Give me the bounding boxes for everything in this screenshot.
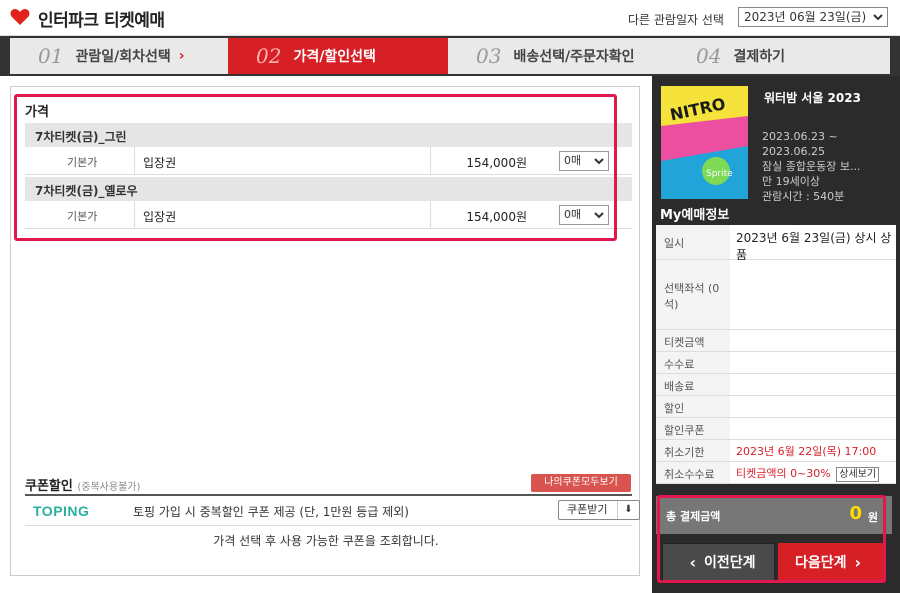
info-row-cancel-fee: 취소수수료 티켓금액의 0~30% 상세보기: [656, 462, 896, 484]
show-age: 만 19세이상: [762, 175, 820, 188]
interpark-heart-logo-icon: [10, 9, 30, 25]
info-value: 2023년 6월 23일(금) 상시 상품: [736, 231, 892, 262]
info-row-delivery: 배송료: [656, 374, 896, 396]
toping-logo: TOPING: [33, 503, 90, 519]
info-value: [730, 418, 896, 439]
info-value: 2023년 6월 22일(목) 17:00: [736, 445, 877, 458]
show-meta: 2023.06.23 ~ 2023.06.25 잠실 종합운동장 보... 만 …: [762, 129, 860, 204]
coupon-title-text: 쿠폰할인: [25, 479, 73, 494]
chevron-down-icon: [873, 14, 883, 21]
info-value: [730, 352, 896, 373]
step-2-price[interactable]: 02 가격/할인선택: [228, 38, 448, 74]
logo-text: 인터파크 티켓예매: [38, 11, 165, 31]
info-row-ticket-amount: 티켓금액: [656, 330, 896, 352]
svg-text:Sprite: Sprite: [706, 169, 733, 179]
info-key: 취소기한: [656, 440, 730, 461]
info-key: 수수료: [656, 352, 730, 373]
info-key: 배송료: [656, 374, 730, 395]
step-number: 01: [38, 44, 64, 68]
coupon-subtitle: (중복사용불가): [77, 482, 141, 493]
step-number: 03: [476, 44, 502, 68]
show-date-end: 2023.06.25: [762, 145, 825, 158]
my-coupons-button[interactable]: 나의쿠폰모두보기: [531, 474, 631, 492]
coupon-notice: 가격 선택 후 사용 가능한 쿠폰을 조회합니다.: [213, 534, 439, 548]
divider: [25, 494, 632, 496]
top-header: 인터파크 티켓예매 다른 관람일자 선택 2023년 06월 23일(금): [0, 0, 900, 36]
show-date-start: 2023.06.23 ~: [762, 130, 838, 143]
step-label: 결제하기: [733, 49, 785, 65]
info-row-discount: 할인: [656, 396, 896, 418]
info-key: 일시: [656, 225, 730, 259]
step-1-date[interactable]: 01 관람일/회차선택 ›: [10, 38, 228, 74]
step-navigation: 01 관람일/회차선택 › 02 가격/할인선택 03 배송선택/주문자확인 0…: [0, 36, 900, 76]
info-key: 할인: [656, 396, 730, 417]
booking-info-table: 일시 2023년 6월 23일(금) 상시 상품 선택좌석 (0석) 티켓금액 …: [656, 225, 896, 484]
show-poster-image: NITRO Sprite: [661, 86, 748, 199]
step-4-payment[interactable]: 04 결제하기: [668, 38, 890, 74]
info-value: [730, 374, 896, 395]
show-title: 워터밤 서울 2023: [764, 91, 861, 105]
info-value: [730, 396, 896, 417]
detail-button[interactable]: 상세보기: [836, 467, 880, 482]
info-value: 티켓금액의 0~30% 상세보기: [730, 462, 896, 483]
price-highlight-box: [14, 94, 617, 241]
step-label: 배송선택/주문자확인: [513, 49, 635, 65]
info-key: 할인쿠폰: [656, 418, 730, 439]
get-coupon-label: 쿠폰받기: [567, 503, 608, 516]
info-key: 취소수수료: [656, 462, 730, 483]
step-label: 가격/할인선택: [293, 49, 376, 65]
my-booking-title: My예매정보: [660, 208, 730, 223]
info-row-fee: 수수료: [656, 352, 896, 374]
show-runtime: 관람시간 : 540분: [762, 190, 845, 203]
info-key: 선택좌석 (0석): [656, 260, 730, 329]
get-coupon-button[interactable]: 쿠폰받기 ⬇: [558, 500, 640, 520]
step-label: 관람일/회차선택: [75, 49, 171, 65]
info-row-date: 일시 2023년 6월 23일(금) 상시 상품: [656, 225, 896, 262]
cancel-fee-text: 티켓금액의 0~30%: [736, 467, 831, 480]
info-key: 티켓금액: [656, 330, 730, 351]
show-venue: 잠실 종합운동장 보...: [762, 160, 861, 173]
other-date-label: 다른 관람일자 선택: [628, 13, 724, 27]
step-3-delivery[interactable]: 03 배송선택/주문자확인: [448, 38, 668, 74]
download-icon: ⬇: [617, 501, 639, 519]
toping-description: 토핑 가입 시 중복할인 쿠폰 제공 (단, 1만원 등급 제외): [133, 505, 409, 519]
info-row-cancel-deadline: 취소기한 2023년 6월 22일(목) 17:00: [656, 440, 896, 462]
step-arrow-icon: ›: [178, 48, 185, 64]
info-value: [730, 260, 896, 329]
step-number: 02: [256, 44, 282, 68]
date-select[interactable]: 2023년 06월 23일(금): [738, 7, 888, 27]
step-number: 04: [696, 44, 722, 68]
coupon-title: 쿠폰할인 (중복사용불가): [25, 475, 140, 494]
info-row-coupon: 할인쿠폰: [656, 418, 896, 440]
info-value: [730, 330, 896, 351]
info-row-seats: 선택좌석 (0석): [656, 260, 896, 330]
divider: [25, 525, 632, 526]
date-select-value: 2023년 06월 23일(금): [744, 10, 867, 24]
total-highlight-box: [657, 495, 886, 583]
